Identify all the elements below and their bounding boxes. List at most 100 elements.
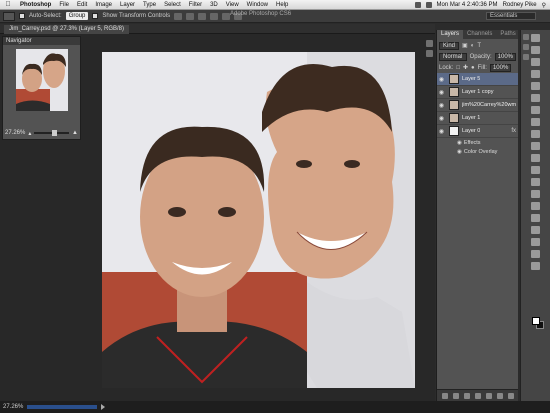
zoom-slider-knob[interactable] [52,130,58,136]
foreground-color-swatch[interactable] [532,317,540,325]
brush-tool-icon[interactable] [531,118,540,126]
layer-thumbnail[interactable] [449,74,459,84]
menu-edit[interactable]: Edit [73,2,91,8]
layer-row-1-copy[interactable]: ◉ Layer 1 copy [437,86,518,99]
navigator-thumbnail[interactable] [16,49,68,111]
dodge-tool-icon[interactable] [531,190,540,198]
apple-menu-icon[interactable]:  [0,1,16,8]
menu-select[interactable]: Select [160,2,185,8]
layer-row-1[interactable]: ◉ Layer 1 [437,112,518,125]
history-brush-tool-icon[interactable] [531,142,540,150]
menu-layer[interactable]: Layer [116,2,139,8]
status-zoom[interactable]: 27.26% [3,404,23,410]
menu-file[interactable]: File [55,2,73,8]
visibility-eye-icon[interactable]: ◉ [437,76,446,83]
navigator-zoom-value[interactable]: 27.26% [5,130,25,136]
collapsed-panel-icon[interactable] [523,44,529,50]
layer-row-jim-carrey[interactable]: ◉ jim%20Carrey%20wm [437,99,518,112]
align-left-icon[interactable] [210,12,219,20]
layer-name[interactable]: Layer 1 [462,115,480,121]
blur-tool-icon[interactable] [531,178,540,186]
tab-layers[interactable]: Layers [437,30,464,39]
spotlight-icon[interactable]: ⚲ [542,2,546,9]
layer-row-5[interactable]: ◉ Layer 5 [437,73,518,86]
menu-view[interactable]: View [222,2,243,8]
layer-thumbnail[interactable] [449,126,459,136]
add-style-icon[interactable] [452,392,459,399]
new-layer-icon[interactable] [496,392,503,399]
align-center-icon[interactable] [222,12,231,20]
align-bottom-icon[interactable] [198,12,207,20]
healing-brush-tool-icon[interactable] [531,106,540,114]
gradient-tool-icon[interactable] [531,166,540,174]
pen-tool-icon[interactable] [531,202,540,210]
layer-kind-filter[interactable]: Kind [439,41,460,50]
align-middle-icon[interactable] [186,12,195,20]
document-tab[interactable]: Jim_Carrey.psd @ 27.3% (Layer 5, RGB/8) [4,25,130,34]
type-tool-icon[interactable] [531,214,540,222]
properties-panel-icon[interactable] [426,50,433,57]
move-tool-preset-icon[interactable] [3,11,15,21]
color-overlay-eye-icon[interactable]: ◉ [457,149,462,155]
show-transform-checkbox[interactable] [92,13,99,19]
zoom-in-icon[interactable]: ▲ [72,130,78,136]
layer-thumbnail[interactable] [449,113,459,123]
history-panel-icon[interactable] [426,40,433,47]
auto-select-dropdown[interactable]: Group [65,12,89,20]
zoom-tool-icon[interactable] [531,262,540,270]
filter-type-icon[interactable]: T [477,43,481,49]
layer-effects-icon[interactable]: fx [511,128,516,134]
menubar-user[interactable]: Rodney Pike [503,2,537,8]
filter-pixel-icon[interactable]: ▣ [462,42,468,49]
crop-tool-icon[interactable] [531,82,540,90]
lock-position-icon[interactable]: ✚ [463,64,468,71]
navigator-zoom-slider[interactable] [34,130,70,136]
menu-type[interactable]: Type [139,2,160,8]
color-overlay-row[interactable]: ◉ Color Overlay [457,148,497,156]
filter-adjust-icon[interactable]: ◐ [471,43,475,49]
shape-tool-icon[interactable] [531,238,540,246]
adjustment-layer-icon[interactable] [474,392,481,399]
path-select-tool-icon[interactable] [531,226,540,234]
menu-window[interactable]: Window [243,2,272,8]
zoom-out-icon[interactable]: ▴ [28,130,31,137]
menu-help[interactable]: Help [272,2,292,8]
layer-name[interactable]: Layer 5 [462,76,480,82]
collapsed-panel-icon[interactable] [523,34,529,40]
link-layers-icon[interactable] [441,392,448,399]
hand-tool-icon[interactable] [531,250,540,258]
clone-stamp-tool-icon[interactable] [531,130,540,138]
marquee-tool-icon[interactable] [531,46,540,54]
opacity-input[interactable]: 100% [494,52,516,61]
volume-icon[interactable] [425,2,432,8]
tab-paths[interactable]: Paths [496,30,519,39]
navigator-title[interactable]: Navigator [3,37,80,45]
move-tool-icon[interactable] [531,34,540,42]
menubar-clock[interactable]: Mon Mar 4 2:40:36 PM [437,2,498,8]
visibility-eye-icon[interactable]: ◉ [437,128,446,135]
layer-row-0[interactable]: ◉ Layer 0 fx [437,125,518,138]
menu-photoshop[interactable]: Photoshop [16,2,55,8]
quick-select-tool-icon[interactable] [531,70,540,78]
collapsed-panel-icon[interactable] [523,54,529,60]
lock-pixels-icon[interactable]: □ [456,65,460,71]
new-group-icon[interactable] [485,392,492,399]
tab-channels[interactable]: Channels [463,30,496,39]
eraser-tool-icon[interactable] [531,154,540,162]
layer-thumbnail[interactable] [449,100,459,110]
menu-image[interactable]: Image [91,2,116,8]
fill-input[interactable]: 100% [489,63,512,72]
document-canvas[interactable] [102,52,415,388]
workspace-switcher[interactable]: Essentials [486,12,536,20]
layer-name[interactable]: Layer 0 [462,128,480,134]
visibility-eye-icon[interactable]: ◉ [437,115,446,122]
layer-name[interactable]: jim%20Carrey%20wm [462,102,516,108]
add-mask-icon[interactable] [463,392,470,399]
effects-row[interactable]: ◉ Effects [457,139,481,147]
layer-name[interactable]: Layer 1 copy [462,89,494,95]
layer-thumbnail[interactable] [449,87,459,97]
wifi-icon[interactable] [414,2,421,8]
visibility-eye-icon[interactable]: ◉ [437,89,446,96]
delete-layer-icon[interactable] [507,392,514,399]
menu-filter[interactable]: Filter [185,2,206,8]
